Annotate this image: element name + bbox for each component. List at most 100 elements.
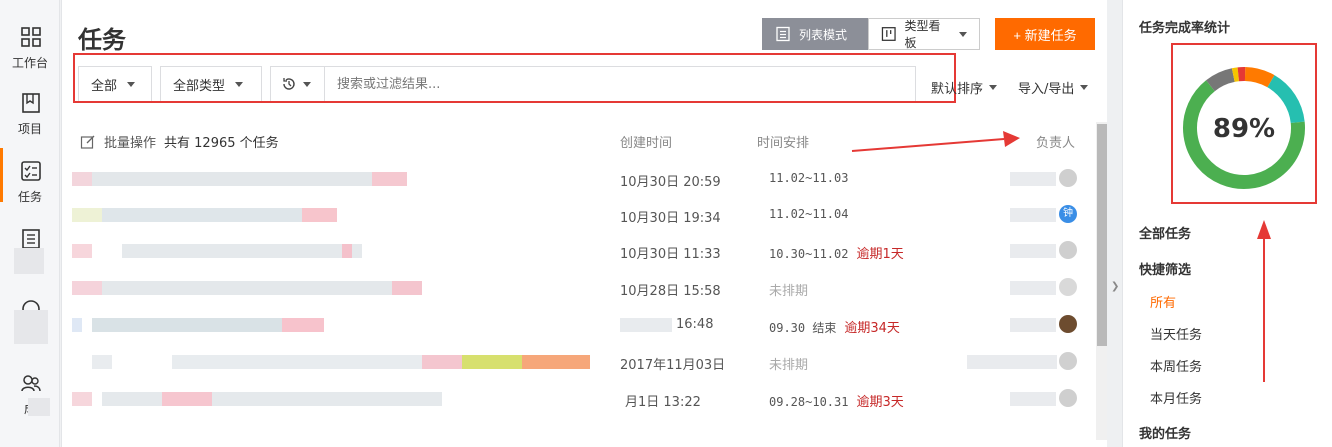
chevron-down-icon — [989, 85, 998, 90]
people-icon — [21, 375, 41, 392]
all-tasks-link[interactable]: 全部任务 — [1139, 223, 1191, 242]
left-nav: 工作台 项目 任务 成 — [0, 0, 60, 447]
sort-label: 默认排序 — [931, 82, 984, 97]
blurred-task-title — [162, 392, 212, 406]
overdue-badge: 逾期1天 — [856, 247, 904, 262]
chevron-down-icon — [959, 31, 967, 37]
blurred-owner-name — [1010, 208, 1056, 222]
import-export-dropdown[interactable]: 导入/导出 — [1018, 78, 1089, 97]
list-mode-button[interactable]: 列表模式 — [762, 18, 868, 50]
blurred-task-title — [92, 318, 292, 332]
avatar[interactable] — [1059, 241, 1077, 259]
created-time: 2017年11月03日 — [620, 358, 726, 373]
blurred-task-title — [422, 355, 462, 369]
avatar[interactable] — [1059, 169, 1077, 187]
filter-today[interactable]: 当天任务 — [1150, 324, 1202, 343]
quick-filter-heading: 快捷筛选 — [1139, 263, 1192, 278]
view-toggle: 列表模式 类型看板 — [762, 18, 980, 50]
col-owner[interactable]: 负责人 — [1036, 132, 1075, 151]
nav-item-task[interactable]: 任务 — [0, 144, 60, 210]
batch-operation[interactable]: 批量操作 共有 12965 个任务 — [80, 132, 279, 151]
blurred-nav-label — [14, 248, 44, 274]
created-time: 月1日 13:22 — [625, 395, 701, 410]
schedule-cell: 09.30 结束 逾期34天 — [769, 317, 900, 336]
blurred-task-title — [522, 355, 590, 369]
collapse-bar[interactable] — [1107, 0, 1122, 447]
list-mode-icon — [776, 26, 790, 42]
filter-week[interactable]: 本周任务 — [1150, 356, 1202, 375]
avatar[interactable] — [1059, 352, 1077, 370]
blurred-owner-name — [1010, 172, 1056, 186]
schedule-range: 09.30 结束 — [769, 321, 837, 335]
table-row[interactable]: 10月28日 15:58 未排期 — [62, 269, 1094, 305]
table-row[interactable]: 10月30日 11:33 10.30~11.02 逾期1天 — [62, 232, 1094, 268]
chevron-right-icon[interactable]: ❯ — [1111, 281, 1119, 292]
list-mode-label: 列表模式 — [799, 27, 848, 42]
list-icon — [22, 229, 40, 249]
dashboard-icon — [21, 27, 41, 47]
table-row[interactable]: 16:48 09.30 结束 逾期34天 — [62, 306, 1094, 342]
schedule-cell: 09.28~10.31 逾期3天 — [769, 391, 904, 410]
scrollbar-thumb[interactable] — [1097, 124, 1107, 346]
schedule-cell: 11.02~11.04 — [769, 207, 848, 221]
blurred-task-title — [102, 208, 332, 222]
sort-dropdown[interactable]: 默认排序 — [931, 78, 998, 97]
blurred-nav-label — [14, 310, 48, 344]
schedule-cell: 未排期 — [769, 354, 808, 373]
table-row[interactable]: 月1日 13:22 09.28~10.31 逾期3天 — [62, 380, 1094, 416]
blurred-task-title — [372, 172, 407, 186]
batch-label: 批量操作 — [104, 136, 157, 151]
blurred-task-title — [72, 392, 92, 406]
blurred-nav-label — [28, 398, 50, 416]
table-row[interactable]: 10月30日 20:59 11.02~11.03 — [62, 160, 1094, 196]
schedule-cell: 10.30~11.02 逾期1天 — [769, 243, 904, 262]
blurred-task-title — [302, 208, 337, 222]
main-panel: 任务 列表模式 类型看板 + 新建任务 全部 全部类型 搜索或过滤结果... 默… — [61, 0, 1118, 447]
book-icon — [22, 93, 40, 113]
created-time: 10月30日 20:59 — [620, 175, 721, 190]
blurred-task-title — [282, 318, 324, 332]
overdue-badge: 逾期3天 — [856, 395, 904, 410]
blurred-task-title — [102, 281, 402, 295]
schedule-range: 未排期 — [769, 284, 809, 299]
new-task-button[interactable]: + 新建任务 — [995, 18, 1095, 50]
filter-all[interactable]: 所有 — [1150, 292, 1176, 311]
nav-item-project[interactable]: 项目 — [0, 76, 60, 142]
app-window: 工作台 项目 任务 成 任务 列表模式 — [0, 0, 1332, 447]
total-count: 共有 12965 个任务 — [164, 136, 279, 151]
schedule-range: 10.30~11.02 — [769, 247, 849, 261]
table-row[interactable]: 10月30日 19:34 11.02~11.04 钟 — [62, 196, 1094, 232]
edit-icon — [80, 135, 95, 149]
avatar[interactable] — [1059, 278, 1077, 296]
filter-month[interactable]: 本月任务 — [1150, 388, 1202, 407]
col-created[interactable]: 创建时间 — [620, 132, 672, 151]
schedule-cell: 11.02~11.03 — [769, 171, 848, 185]
board-mode-label: 类型看板 — [904, 19, 941, 50]
blurred-task-title — [342, 244, 352, 258]
blurred-date — [620, 318, 672, 332]
blurred-owner-name — [1010, 244, 1056, 258]
blurred-task-title — [72, 318, 82, 332]
avatar[interactable] — [1059, 315, 1077, 333]
created-time: 16:48 — [676, 317, 714, 332]
schedule-range: 11.02~11.04 — [769, 207, 849, 221]
schedule-range: 11.02~11.03 — [769, 171, 849, 185]
board-mode-button[interactable]: 类型看板 — [868, 18, 980, 50]
blurred-task-title — [72, 244, 92, 258]
nav-item-workbench[interactable]: 工作台 — [0, 10, 60, 76]
checklist-icon — [21, 161, 41, 181]
col-schedule[interactable]: 时间安排 — [757, 132, 809, 151]
blurred-owner-name — [1010, 318, 1056, 332]
created-time: 10月30日 19:34 — [620, 211, 721, 226]
avatar[interactable]: 钟 — [1059, 205, 1077, 223]
created-time: 10月30日 11:33 — [620, 247, 721, 262]
my-tasks-heading: 我的任务 — [1139, 427, 1192, 442]
blurred-task-title — [92, 172, 392, 186]
nav-label-task: 任务 — [17, 190, 42, 204]
blurred-task-title — [462, 355, 522, 369]
blurred-task-title — [392, 281, 422, 295]
blurred-owner-name — [967, 355, 1057, 369]
avatar[interactable] — [1059, 389, 1077, 407]
table-row[interactable]: 2017年11月03日 未排期 — [62, 343, 1094, 379]
blurred-task-title — [102, 392, 442, 406]
